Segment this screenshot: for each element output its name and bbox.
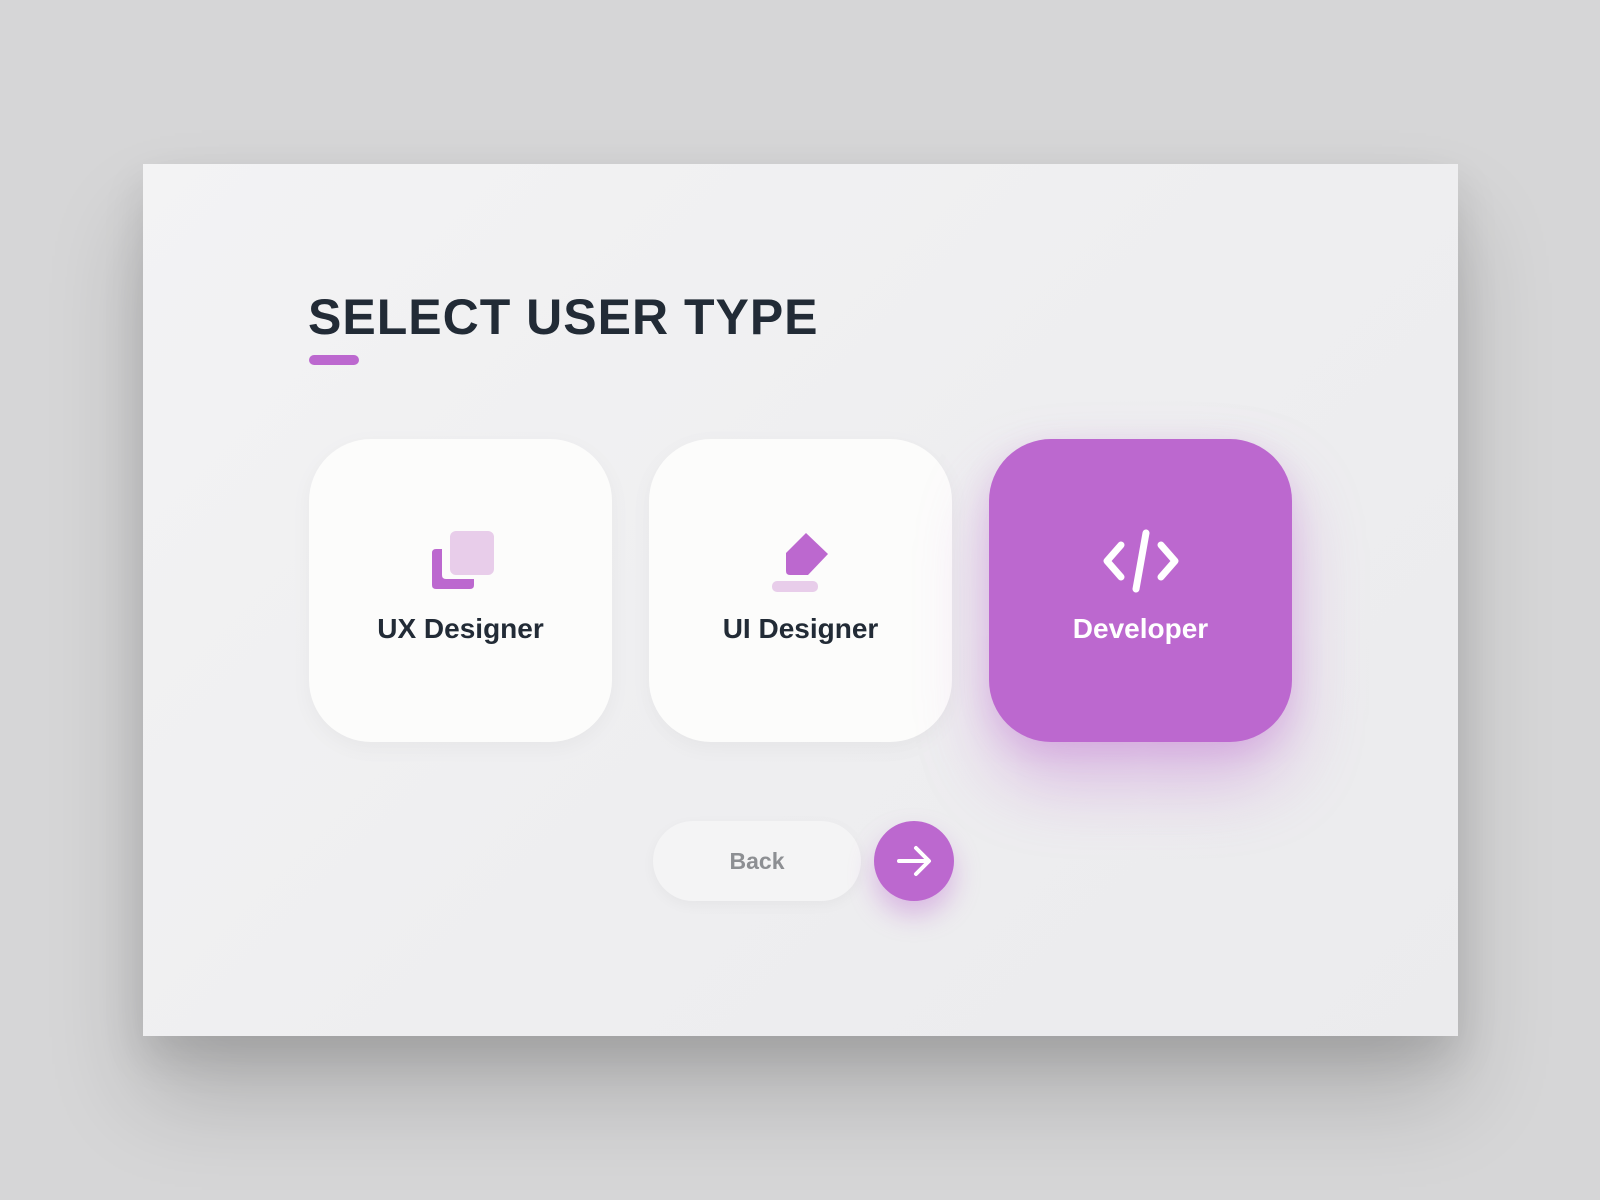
layers-icon [428,529,494,593]
code-icon [1103,529,1178,593]
arrow-right-icon [897,846,931,876]
pen-nib-icon [768,529,834,593]
page-title: SELECT USER TYPE [308,289,819,345]
user-type-panel: SELECT USER TYPE UX Designer UI Designer [143,164,1458,1036]
user-type-card-ui-designer[interactable]: UI Designer [649,439,952,742]
user-type-card-ux-designer[interactable]: UX Designer [309,439,612,742]
user-type-label: Developer [1072,613,1209,644]
back-button[interactable]: Back [653,821,861,901]
user-type-card-developer[interactable]: Developer [989,439,1292,742]
next-button[interactable] [874,821,954,901]
user-type-label: UI Designer [722,613,879,644]
title-underline [309,355,359,365]
user-type-label: UX Designer [377,613,544,644]
